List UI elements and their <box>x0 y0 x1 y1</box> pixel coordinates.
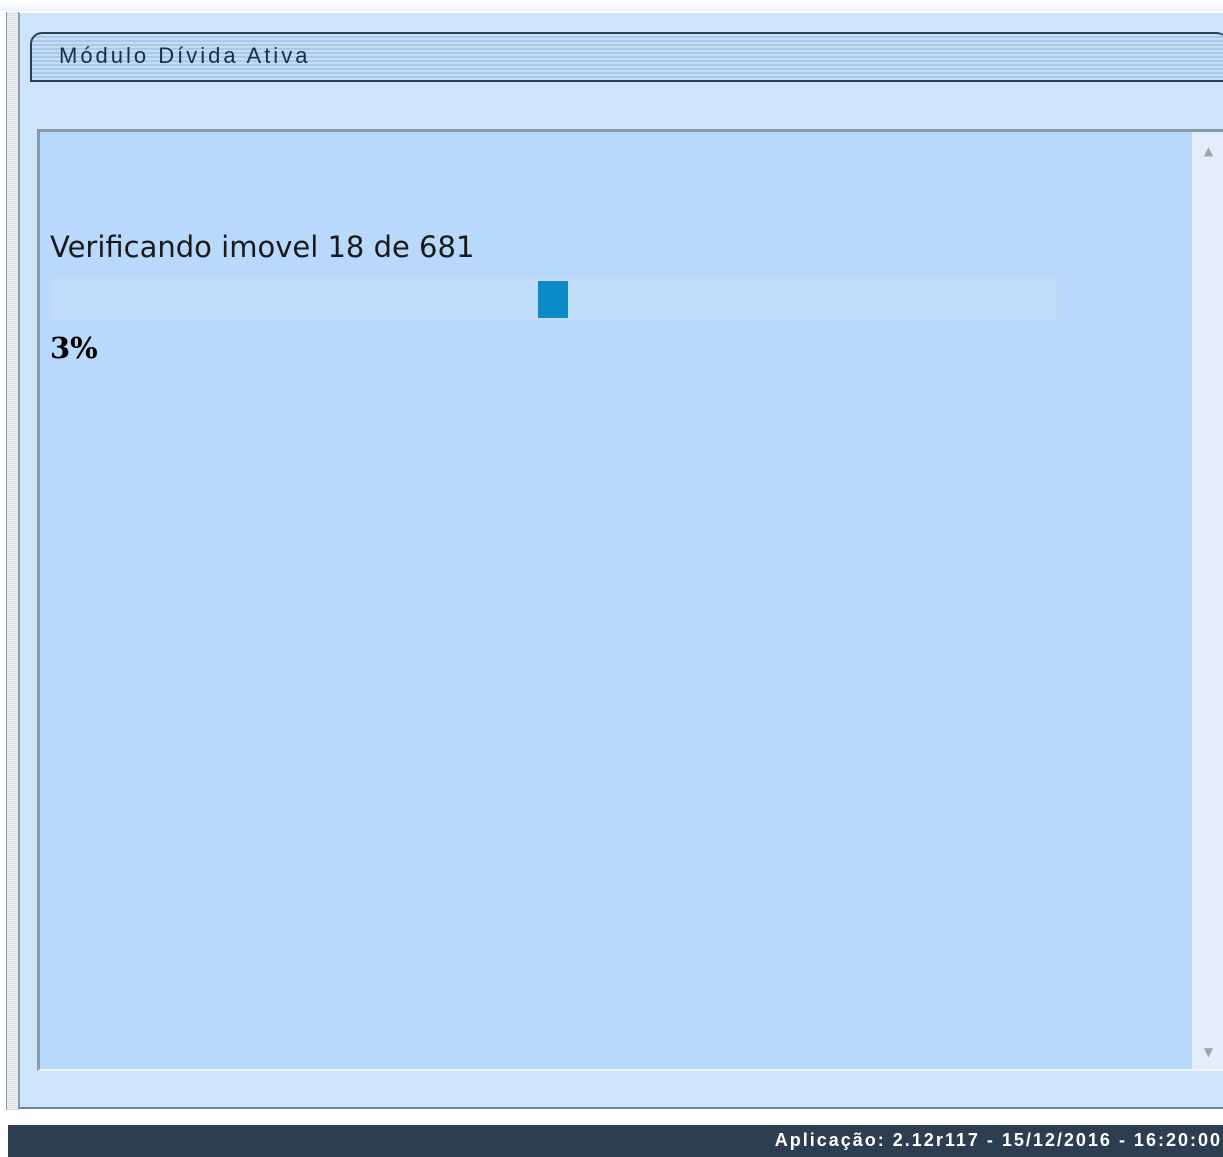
progress-status-text: Verificando imovel 18 de 681 <box>50 230 475 264</box>
module-tab: Módulo Dívida Ativa <box>30 32 1223 82</box>
progress-percent: 3% <box>50 331 98 365</box>
module-frame: Módulo Dívida Ativa Verificando imovel 1… <box>19 13 1223 1109</box>
vertical-scrollbar[interactable]: ▲ ▼ <box>1192 132 1223 1069</box>
page: Módulo Dívida Ativa Verificando imovel 1… <box>0 0 1223 1157</box>
module-title: Módulo Dívida Ativa <box>59 43 311 68</box>
app-version-info: Aplicação: 2.12r117 - 15/12/2016 - 16:20… <box>774 1130 1222 1150</box>
scroll-down-arrow-icon[interactable]: ▼ <box>1192 1037 1223 1067</box>
footer-bar: Aplicação: 2.12r117 - 15/12/2016 - 16:20… <box>8 1125 1223 1157</box>
top-strip <box>0 0 1223 11</box>
content-panel: Verificando imovel 18 de 681 3% ▲ ▼ <box>37 129 1223 1071</box>
progress-bar <box>51 278 1057 320</box>
scroll-up-arrow-icon[interactable]: ▲ <box>1192 136 1223 166</box>
progress-indicator <box>538 281 568 318</box>
left-border <box>6 12 19 1110</box>
